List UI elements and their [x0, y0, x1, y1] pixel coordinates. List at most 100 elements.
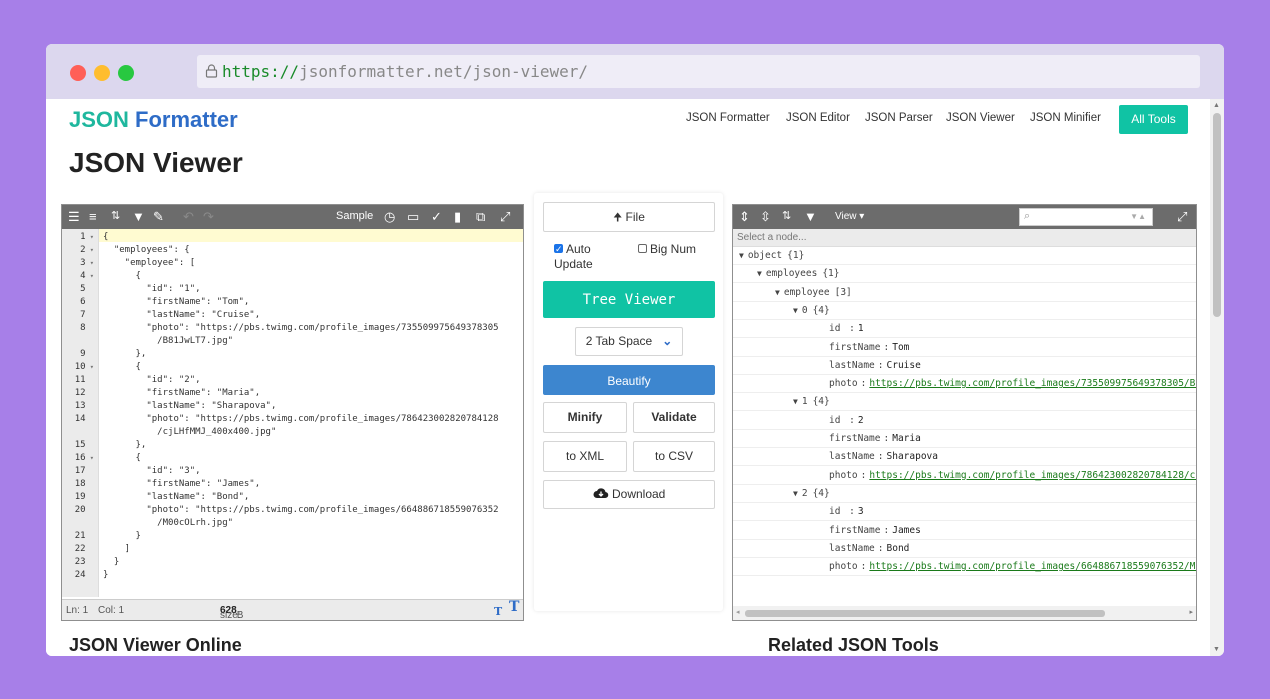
all-tools-button[interactable]: All Tools: [1119, 105, 1188, 134]
format-icon[interactable]: ☰: [68, 209, 80, 224]
tree-viewer-button[interactable]: Tree Viewer: [543, 281, 715, 318]
fold-toggle-icon[interactable]: ▾: [86, 246, 94, 254]
address-bar[interactable]: https://jsonformatter.net/json-viewer/: [197, 55, 1200, 88]
minimize-window-button[interactable]: [94, 65, 110, 81]
expand-toggle-icon[interactable]: ▼: [775, 288, 780, 297]
view-menu[interactable]: View ▾: [835, 211, 864, 222]
viewer-search-input[interactable]: ⌕ ▼▲: [1019, 208, 1153, 226]
tree-node[interactable]: photo: https://pbs.twimg.com/profile_imag…: [733, 375, 1196, 394]
tree-node[interactable]: lastName: Cruise: [733, 357, 1196, 375]
to-xml-button[interactable]: to XML: [543, 441, 627, 472]
scroll-left-icon[interactable]: ◂: [736, 608, 740, 616]
nav-json-editor[interactable]: JSON Editor: [786, 112, 850, 124]
node-value-link[interactable]: https://pbs.twimg.com/profile_images/664…: [869, 561, 1196, 572]
node-navigation-bar[interactable]: Select a node...: [733, 229, 1196, 247]
editor-toolbar: ☰ ≡ ⇅ ▼ ✎ ↶ ↷ Sample ◷ ▭ ✓ ▮ ⧉ ⤢: [62, 205, 523, 229]
tree-node[interactable]: photo: https://pbs.twimg.com/profile_imag…: [733, 467, 1196, 485]
expand-toggle-icon[interactable]: ▼: [793, 489, 798, 498]
expand-toggle-icon[interactable]: ▼: [793, 397, 798, 406]
page-scrollbar-thumb[interactable]: [1213, 113, 1221, 317]
editor-code-area[interactable]: 1 ▾ {2 ▾ "employees": {3 ▾ "employee": [4…: [62, 229, 523, 597]
expand-all-icon[interactable]: ⇕: [739, 209, 750, 224]
tree-node[interactable]: id :1: [733, 320, 1196, 339]
scroll-up-icon[interactable]: ▲: [1213, 102, 1220, 109]
undo-icon[interactable]: ↶: [183, 209, 194, 224]
nav-json-parser[interactable]: JSON Parser: [865, 112, 933, 124]
tree-node[interactable]: firstName: Tom: [733, 339, 1196, 357]
auto-update-check-icon: [554, 242, 563, 257]
fold-toggle-icon[interactable]: ▾: [86, 259, 94, 267]
code-line: ]: [103, 544, 131, 554]
line-number: 22: [74, 544, 86, 554]
tree-node[interactable]: firstName: Maria: [733, 430, 1196, 448]
tree-viewer[interactable]: ⇕ ⇳ ⇅ ▼ View ▾ ⌕ ▼▲ ⤢ Select a node... ▼…: [732, 204, 1197, 621]
sample-button[interactable]: Sample: [336, 210, 373, 222]
close-window-button[interactable]: [70, 65, 86, 81]
line-number: 11: [74, 375, 86, 385]
file-upload-button[interactable]: 🠉 File: [543, 202, 715, 232]
tree-node[interactable]: id :2: [733, 412, 1196, 430]
compact-icon[interactable]: ≡: [89, 209, 97, 224]
to-csv-button[interactable]: to CSV: [633, 441, 715, 472]
scroll-right-icon[interactable]: ▸: [1189, 608, 1193, 616]
collapse-all-icon[interactable]: ⇳: [760, 209, 771, 224]
expand-toggle-icon[interactable]: ▼: [757, 269, 762, 278]
expand-icon[interactable]: ⤢: [1177, 209, 1187, 224]
folder-icon[interactable]: ▭: [407, 209, 419, 224]
tab-space-select[interactable]: 2 Tab Space ⌄: [575, 327, 683, 356]
nav-json-minifier[interactable]: JSON Minifier: [1030, 112, 1101, 124]
line-number: 18: [74, 479, 86, 489]
scrollbar-thumb[interactable]: [745, 610, 1105, 617]
scroll-down-icon[interactable]: ▼: [1213, 646, 1220, 653]
history-icon[interactable]: ◷: [384, 209, 395, 224]
filter-icon[interactable]: ▼: [132, 209, 145, 224]
redo-icon[interactable]: ↷: [203, 209, 214, 224]
fold-toggle-icon[interactable]: ▾: [86, 363, 94, 371]
nav-json-viewer[interactable]: JSON Viewer: [946, 112, 1015, 124]
tree-node[interactable]: photo: https://pbs.twimg.com/profile_imag…: [733, 558, 1196, 577]
node-value-link[interactable]: https://pbs.twimg.com/profile_images/735…: [869, 378, 1196, 389]
code-line: },: [103, 349, 147, 359]
maximize-window-button[interactable]: [118, 65, 134, 81]
tree-node[interactable]: ▼ 2 {4}: [733, 485, 1196, 503]
horizontal-scrollbar[interactable]: ◂ ▸: [733, 606, 1196, 620]
tree-node[interactable]: firstName: James: [733, 522, 1196, 540]
node-value-link[interactable]: https://pbs.twimg.com/profile_images/786…: [869, 470, 1196, 481]
font-smaller-icon[interactable]: T: [494, 605, 502, 618]
expand-toggle-icon[interactable]: ▼: [793, 306, 798, 315]
filter-icon[interactable]: ▼: [804, 209, 817, 224]
fold-toggle-icon[interactable]: ▾: [86, 454, 94, 462]
tree-node[interactable]: lastName: Sharapova: [733, 448, 1196, 467]
tree-node[interactable]: lastName: Bond: [733, 540, 1196, 558]
font-larger-icon[interactable]: T: [509, 599, 519, 615]
sort-icon[interactable]: ⇅: [111, 209, 120, 224]
copy-icon[interactable]: ⧉: [476, 209, 485, 224]
big-num-checkbox[interactable]: Big Num: [638, 242, 696, 257]
site-logo[interactable]: JSON Formatter: [69, 107, 238, 133]
trash-icon[interactable]: ▮: [454, 209, 461, 224]
auto-update-checkbox[interactable]: Auto Update: [554, 242, 624, 272]
beautify-button[interactable]: Beautify: [543, 365, 715, 395]
tree-node[interactable]: ▼ employee [3]: [733, 284, 1196, 302]
tree-node[interactable]: ▼ 0 {4}: [733, 302, 1196, 320]
fold-toggle-icon[interactable]: ▾: [86, 272, 94, 280]
expand-icon[interactable]: ⤢: [500, 209, 510, 224]
page-vertical-scrollbar[interactable]: ▲ ▼: [1210, 99, 1224, 656]
line-number: 24: [74, 570, 86, 580]
sort-icon[interactable]: ⇅: [782, 209, 791, 224]
json-editor[interactable]: ☰ ≡ ⇅ ▼ ✎ ↶ ↷ Sample ◷ ▭ ✓ ▮ ⧉ ⤢ 1 ▾ {2 ▾…: [61, 204, 524, 621]
nav-json-formatter[interactable]: JSON Formatter: [686, 112, 770, 124]
tree-node[interactable]: ▼ object {1}: [733, 247, 1196, 265]
tree-node[interactable]: ▼ 1 {4}: [733, 393, 1196, 412]
tree-node[interactable]: ▼ employees {1}: [733, 265, 1196, 284]
node-key: id: [829, 414, 847, 426]
tree-node[interactable]: id :3: [733, 503, 1196, 522]
fold-toggle-icon[interactable]: ▾: [86, 233, 94, 241]
download-button[interactable]: Download: [543, 480, 715, 509]
repair-icon[interactable]: ✎: [153, 209, 164, 224]
expand-toggle-icon[interactable]: ▼: [739, 251, 744, 260]
check-icon[interactable]: ✓: [431, 209, 442, 224]
minify-button[interactable]: Minify: [543, 402, 627, 433]
search-nav-arrows-icon[interactable]: ▼▲: [1130, 212, 1146, 221]
validate-button[interactable]: Validate: [633, 402, 715, 433]
